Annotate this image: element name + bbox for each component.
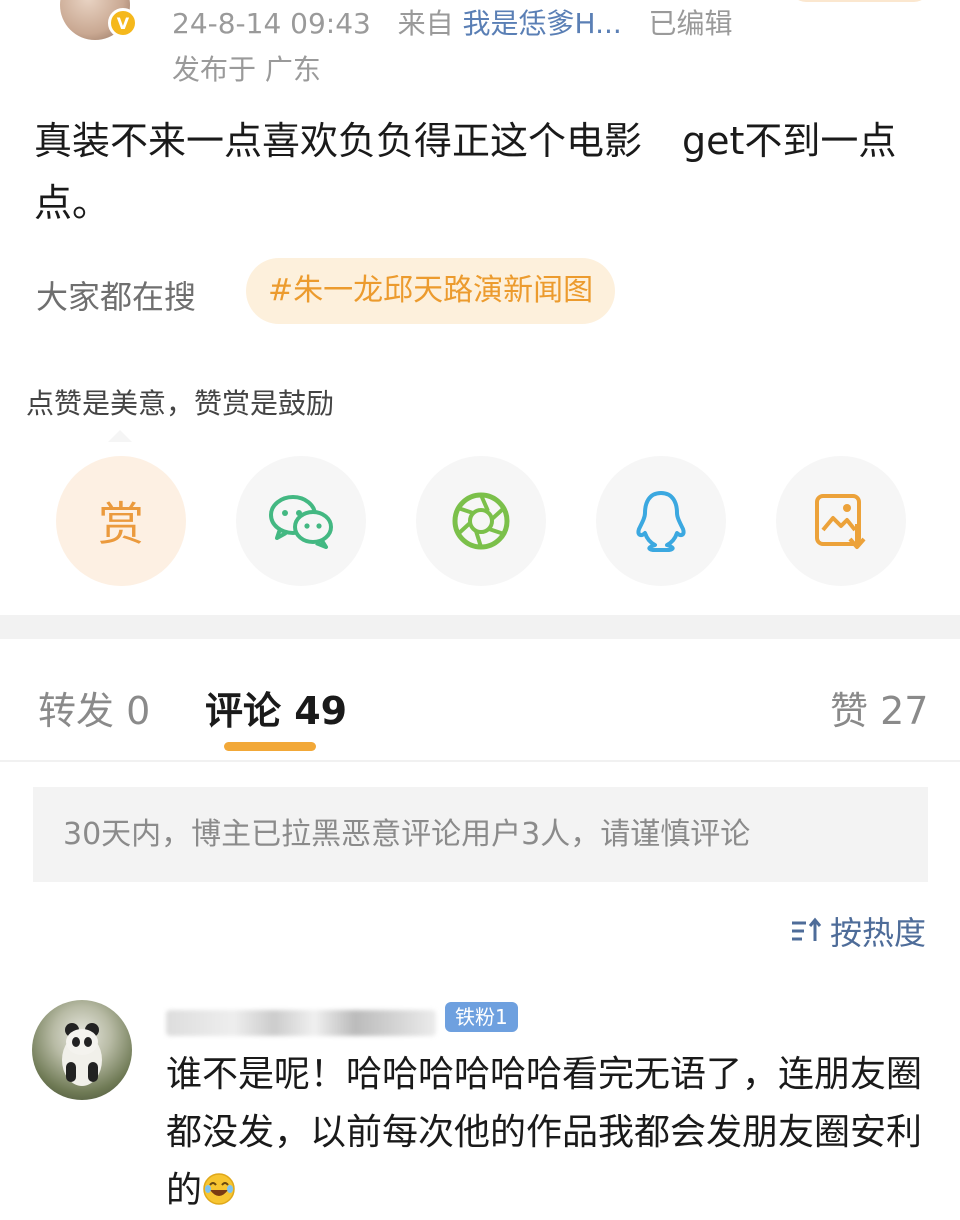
post-date: 24-8-14 09:43: [172, 7, 371, 40]
verified-badge-icon: V: [108, 8, 138, 38]
commenter-name-blurred[interactable]: [166, 1010, 436, 1036]
panda-avatar-image: [62, 1023, 102, 1086]
active-tab-indicator: [224, 742, 316, 751]
save-image-icon: [815, 494, 866, 549]
comment-text: 谁不是呢！哈哈哈哈哈哈看完无语了，连朋友圈都没发，以前每次他的作品我都会发朋友圈…: [166, 1046, 936, 1220]
post-content: 真装不来一点喜欢负负得正这个电影 get不到一点点。: [34, 110, 924, 234]
wechat-icon: [269, 495, 333, 549]
share-moments-button[interactable]: [416, 456, 546, 586]
sort-label: 按热度: [829, 914, 926, 952]
reward-tip: 点赞是美意，赞赏是鼓励: [26, 387, 335, 420]
trending-topic-tag[interactable]: #朱一龙邱天路演新闻图: [246, 258, 616, 324]
sort-toggle[interactable]: 按热度: [790, 908, 926, 954]
post-text-main: 真装不来一点喜欢负负得正这个电影: [34, 119, 643, 163]
reward-icon: 赏: [98, 497, 144, 551]
commenter-avatar[interactable]: [32, 1000, 132, 1100]
share-qq-button[interactable]: [596, 456, 726, 586]
section-divider: [0, 615, 960, 639]
moments-icon: [452, 492, 510, 550]
post-meta: 24-8-14 09:43 来自 我是恁爹H... 已编辑: [172, 2, 732, 42]
top-corner-button[interactable]: [790, 0, 930, 2]
comment-body: 谁不是呢！哈哈哈哈哈哈看完无语了，连朋友圈都没发，以前每次他的作品我都会发朋友圈…: [166, 1054, 923, 1211]
trending-search-label: 大家都在搜: [36, 278, 197, 316]
sort-icon: [791, 917, 822, 941]
reward-button[interactable]: 赏: [56, 456, 186, 586]
tab-comments[interactable]: 评论 49: [205, 680, 347, 735]
qq-icon: [636, 491, 686, 552]
tab-repost[interactable]: 转发 0: [38, 680, 150, 735]
post-source-link[interactable]: 我是恁爹H...: [463, 7, 622, 40]
tab-likes[interactable]: 赞 27: [830, 680, 928, 735]
blocked-users-notice: 30天内，博主已拉黑恶意评论用户3人，请谨慎评论: [33, 787, 928, 882]
laughing-emoji-icon: [203, 1173, 235, 1205]
tip-caret: [108, 430, 132, 442]
from-prefix: 来自: [397, 7, 454, 40]
save-image-button[interactable]: [776, 456, 906, 586]
fan-level-badge: 铁粉1: [445, 1002, 518, 1032]
share-wechat-button[interactable]: [236, 456, 366, 586]
tab-bar-divider: [0, 760, 960, 762]
post-location: 发布于 广东: [172, 53, 321, 86]
edited-label[interactable]: 已编辑: [648, 7, 732, 40]
